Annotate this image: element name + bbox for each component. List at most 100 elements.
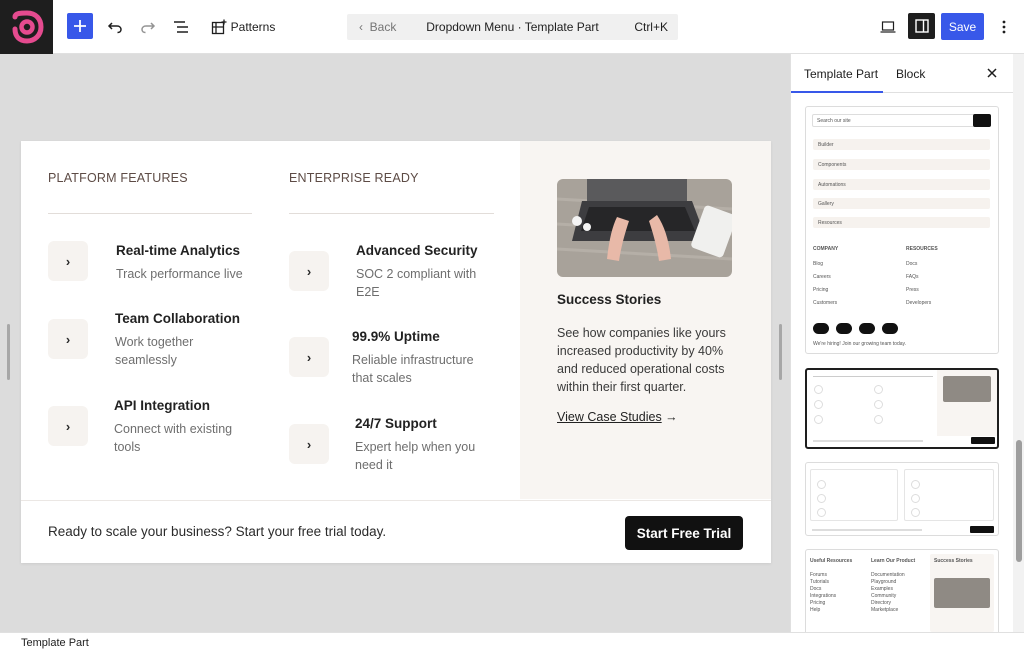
block-inserter-button[interactable] <box>67 13 93 39</box>
mini-icon <box>911 494 920 503</box>
mini-link: Pricing <box>810 600 826 606</box>
list-view-icon <box>174 21 188 33</box>
promo-panel: Success Stories See how companies like y… <box>520 141 771 499</box>
active-tab-indicator <box>791 91 883 93</box>
add-template-icon <box>211 19 227 35</box>
mini-link: Integrations <box>810 593 837 599</box>
undo-button[interactable] <box>104 13 126 41</box>
block-breadcrumb-bar: Template Part <box>0 632 1024 653</box>
mini-icon <box>817 494 826 503</box>
mini-link: Documentation <box>871 572 905 578</box>
column-heading-enterprise: ENTERPRISE READY <box>289 171 419 185</box>
mini-icon <box>874 415 883 424</box>
mini-icon <box>911 480 920 489</box>
feature-desc: Track performance live <box>116 267 243 281</box>
mini-link: Tutorials <box>810 579 829 585</box>
mini-footer-text: We're hiring! Join our growing team toda… <box>813 341 907 347</box>
mini-link: Directory <box>871 600 892 606</box>
email-icon <box>882 323 898 334</box>
settings-toggle-button[interactable] <box>908 13 935 39</box>
mini-heading: RESOURCES <box>906 246 938 252</box>
mini-menu-item: Gallery <box>813 198 990 209</box>
mini-link: Examples <box>871 586 893 592</box>
more-vertical-icon <box>1002 20 1006 34</box>
mini-link: Developers <box>906 300 932 306</box>
mini-icon <box>817 480 826 489</box>
sidebar-tabs: Template Part Block <box>791 54 1013 93</box>
options-menu-button[interactable] <box>995 13 1013 41</box>
chevron-right-icon: › <box>48 406 88 446</box>
mini-panel <box>904 469 994 521</box>
column-divider <box>289 213 494 214</box>
chevron-right-icon: › <box>289 337 329 377</box>
tab-block[interactable]: Block <box>896 67 925 81</box>
command-palette-bar[interactable]: ‹ Back Dropdown Menu · Template Part Ctr… <box>347 14 678 40</box>
pattern-preview-card[interactable]: Useful Resources Forums Tutorials Docs I… <box>805 549 999 632</box>
feature-title[interactable]: Team Collaboration <box>115 311 240 326</box>
pattern-preview-card[interactable]: Search our site Builder Components Autom… <box>805 106 999 354</box>
feature-title[interactable]: Real-time Analytics <box>116 243 240 258</box>
close-icon <box>987 68 997 78</box>
chevron-right-icon: › <box>48 241 88 281</box>
mini-menu-label: Resources <box>818 220 842 226</box>
pattern-preview-card-selected[interactable] <box>805 368 999 449</box>
save-button[interactable]: Save <box>941 13 984 40</box>
editor-canvas[interactable]: PLATFORM FEATURES › Real-time Analytics … <box>0 54 790 632</box>
feature-desc: Work together seamlessly <box>115 335 194 367</box>
patterns-label: Patterns <box>230 20 276 34</box>
mini-link: Blog <box>813 261 824 267</box>
mini-icon <box>814 400 823 409</box>
redo-icon <box>141 22 156 34</box>
breadcrumb-template-part[interactable]: Template Part <box>21 637 89 649</box>
mini-promo: Success Stories <box>930 554 994 632</box>
close-sidebar-button[interactable] <box>987 65 997 82</box>
pattern-preview-card[interactable] <box>805 462 999 536</box>
mini-menu-item: Builder <box>813 139 990 150</box>
document-overview-button[interactable] <box>170 13 192 41</box>
feature-desc: Connect with existing tools <box>114 422 233 454</box>
feature-title[interactable]: 24/7 Support <box>355 416 437 431</box>
site-logo[interactable] <box>0 0 53 54</box>
patterns-button[interactable]: Patterns <box>208 13 278 41</box>
site-logo-icon <box>12 10 44 44</box>
feature-title[interactable]: Advanced Security <box>356 243 478 258</box>
mini-line <box>873 376 933 377</box>
canvas-resize-handle-left[interactable] <box>7 324 10 380</box>
promo-title: Success Stories <box>557 292 662 307</box>
mini-link: Careers <box>813 274 831 280</box>
mini-line <box>813 440 923 442</box>
tab-template-part[interactable]: Template Part <box>804 67 878 81</box>
mini-search-input: Search our site <box>812 114 982 127</box>
mini-link: Pricing <box>813 287 829 293</box>
mini-link: Marketplace <box>871 607 899 613</box>
mini-icon <box>814 385 823 394</box>
dropdown-menu-template-part[interactable]: PLATFORM FEATURES › Real-time Analytics … <box>21 141 771 563</box>
mini-search-placeholder: Search our site <box>817 118 851 124</box>
mini-menu-item: Automations <box>813 179 990 190</box>
mini-menu-item: Resources <box>813 217 990 228</box>
view-case-studies-link[interactable]: View Case Studies → <box>557 410 678 424</box>
canvas-resize-handle-right[interactable] <box>779 324 782 380</box>
mini-heading: Useful Resources <box>810 558 853 564</box>
desktop-icon <box>880 21 896 33</box>
mini-link: Docs <box>810 586 822 592</box>
mini-icon <box>814 415 823 424</box>
chevron-right-icon: › <box>289 251 329 291</box>
redo-button[interactable] <box>137 13 159 41</box>
mini-line <box>813 376 873 377</box>
device-preview-button[interactable] <box>877 13 899 41</box>
sidebar-icon <box>914 19 929 33</box>
mini-link: Customers <box>813 300 838 306</box>
mini-button <box>970 526 994 533</box>
link-text: View Case Studies <box>557 410 662 424</box>
undo-icon <box>107 22 122 34</box>
mini-promo <box>937 370 997 436</box>
feature-title[interactable]: 99.9% Uptime <box>352 329 440 344</box>
mini-icon <box>874 400 883 409</box>
settings-sidebar: Template Part Block Search our site Buil… <box>790 54 1024 632</box>
mini-link: Press <box>906 287 919 293</box>
start-free-trial-button[interactable]: Start Free Trial <box>625 516 743 550</box>
mini-link: Playground <box>871 579 897 585</box>
feature-title[interactable]: API Integration <box>114 398 210 413</box>
sidebar-scrollbar-thumb[interactable] <box>1016 440 1022 562</box>
